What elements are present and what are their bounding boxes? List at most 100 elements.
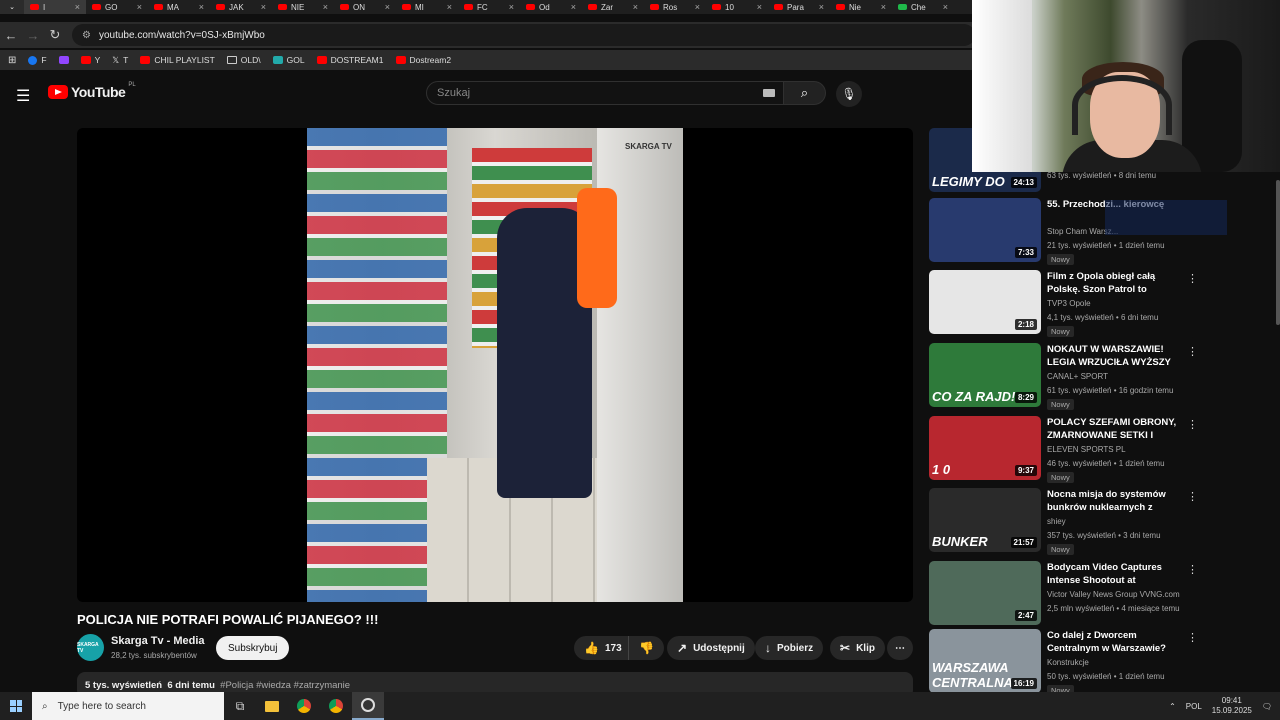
- reload-icon[interactable]: ↻: [44, 27, 66, 43]
- video-thumbnail[interactable]: CO ZA RAJD! 8:29: [929, 343, 1041, 407]
- close-icon[interactable]: ×: [385, 2, 390, 12]
- taskbar-search-input[interactable]: ⌕ Type here to search: [32, 692, 224, 720]
- close-icon[interactable]: ×: [819, 2, 824, 12]
- video-player[interactable]: SKARGA TV: [77, 128, 913, 602]
- bookmark-dostream2[interactable]: Dostream2: [395, 55, 451, 65]
- browser-tab[interactable]: Od ×: [520, 0, 582, 14]
- keyboard-icon[interactable]: [763, 89, 775, 97]
- page-scrollbar[interactable]: [1276, 180, 1280, 325]
- bookmark-gol[interactable]: GOL: [272, 55, 305, 65]
- browser-tab[interactable]: GO ×: [86, 0, 148, 14]
- browser-tab[interactable]: Che ×: [892, 0, 954, 14]
- back-icon[interactable]: ←: [0, 28, 22, 43]
- close-icon[interactable]: ×: [261, 2, 266, 12]
- recommended-channel[interactable]: Victor Valley News Group VVNG.com: [1047, 590, 1180, 599]
- bookmark-f[interactable]: F: [28, 55, 47, 65]
- bookmark-t[interactable]: 𝕏T: [112, 55, 128, 66]
- bookmark-dostream1[interactable]: DOSTREAM1: [316, 55, 384, 65]
- subscribe-button[interactable]: Subskrybuj: [216, 636, 290, 660]
- browser-tab[interactable]: NIE ×: [272, 0, 334, 14]
- close-icon[interactable]: ×: [137, 2, 142, 12]
- chevron-up-icon[interactable]: ⌃: [1169, 702, 1176, 711]
- close-icon[interactable]: ×: [881, 2, 886, 12]
- bookmark-y[interactable]: Y: [80, 55, 100, 65]
- url-field[interactable]: ⚙ youtube.com/watch?v=0SJ-xBmjWbo: [72, 24, 975, 46]
- close-icon[interactable]: ×: [323, 2, 328, 12]
- video-thumbnail[interactable]: 1 0 9:37: [929, 416, 1041, 480]
- clock[interactable]: 09:41 15.09.2025: [1212, 696, 1252, 716]
- more-actions-button[interactable]: ⋯: [887, 636, 913, 660]
- recommended-channel[interactable]: Konstrukcje: [1047, 658, 1089, 667]
- more-vertical-icon[interactable]: ⋮: [1187, 345, 1198, 358]
- browser-tab[interactable]: FC ×: [458, 0, 520, 14]
- recommended-video[interactable]: CO ZA RAJD! 8:29 NOKAUT W WARSZAWIE! LEG…: [929, 343, 1259, 410]
- browser-tab[interactable]: 10 ×: [706, 0, 768, 14]
- browser-tab[interactable]: MI ×: [396, 0, 458, 14]
- bookmark-old[interactable]: OLD\: [226, 55, 261, 65]
- browser-tab[interactable]: Zar ×: [582, 0, 644, 14]
- tab-search-button[interactable]: ⌄: [0, 0, 24, 14]
- recommended-channel[interactable]: TVP3 Opole: [1047, 299, 1091, 308]
- recommended-video[interactable]: 2:47 Bodycam Video Captures Intense Shoo…: [929, 561, 1259, 625]
- obs-icon[interactable]: [352, 692, 384, 720]
- video-thumbnail[interactable]: 2:47: [929, 561, 1041, 625]
- recommended-video-title[interactable]: Nocna misja do systemów bunkrów nuklearn…: [1047, 488, 1187, 514]
- more-vertical-icon[interactable]: ⋮: [1187, 418, 1198, 431]
- browser-tab[interactable]: Para ×: [768, 0, 830, 14]
- start-button[interactable]: [0, 692, 32, 720]
- like-button[interactable]: 👍 173: [574, 636, 632, 660]
- recommended-video-title[interactable]: Film z Opola obiegł całą Polskę. Szon Pa…: [1047, 270, 1187, 296]
- video-thumbnail[interactable]: WARSZAWA CENTRALNA 16:19: [929, 629, 1041, 693]
- voice-search-button[interactable]: 🎙: [836, 81, 862, 107]
- recommended-video-title[interactable]: Bodycam Video Captures Intense Shootout …: [1047, 561, 1187, 587]
- close-icon[interactable]: ×: [943, 2, 948, 12]
- close-icon[interactable]: ×: [447, 2, 452, 12]
- browser-tab[interactable]: JAK ×: [210, 0, 272, 14]
- video-thumbnail[interactable]: 2:18: [929, 270, 1041, 334]
- search-button[interactable]: ⌕: [784, 81, 826, 105]
- more-vertical-icon[interactable]: ⋮: [1187, 563, 1198, 576]
- forward-icon[interactable]: →: [22, 28, 44, 43]
- recommended-video[interactable]: WARSZAWA CENTRALNA 16:19 Co dalej z Dwor…: [929, 629, 1259, 696]
- recommended-video[interactable]: 2:18 Film z Opola obiegł całą Polskę. Sz…: [929, 270, 1259, 337]
- recommended-channel[interactable]: ELEVEN SPORTS PL: [1047, 445, 1126, 454]
- browser-tab[interactable]: Nie ×: [830, 0, 892, 14]
- close-icon[interactable]: ×: [633, 2, 638, 12]
- language-indicator[interactable]: POL: [1186, 702, 1202, 711]
- bookmark-chil-playlist[interactable]: CHIL PLAYLIST: [140, 55, 215, 65]
- bookmark-twitch[interactable]: [58, 56, 69, 64]
- youtube-logo[interactable]: YouTube PL: [48, 82, 136, 100]
- recommended-channel[interactable]: CANAL+ SPORT: [1047, 372, 1108, 381]
- apps-grid-icon[interactable]: ⊞: [8, 55, 16, 66]
- close-icon[interactable]: ×: [695, 2, 700, 12]
- browser-tab[interactable]: Ros ×: [644, 0, 706, 14]
- recommended-video[interactable]: 1 0 9:37 POLACY SZEFAMI OBRONY, ZMARNOWA…: [929, 416, 1259, 483]
- close-icon[interactable]: ×: [75, 2, 80, 12]
- more-vertical-icon[interactable]: ⋮: [1187, 631, 1198, 644]
- clip-button[interactable]: ✂ Klip: [830, 636, 885, 660]
- browser-tab[interactable]: MA ×: [148, 0, 210, 14]
- close-icon[interactable]: ×: [199, 2, 204, 12]
- recommended-video-title[interactable]: POLACY SZEFAMI OBRONY, ZMARNOWANE SETKI …: [1047, 416, 1187, 442]
- share-button[interactable]: ↗ Udostępnij: [667, 636, 755, 660]
- recommended-channel[interactable]: shiey: [1047, 517, 1066, 526]
- chrome-profile-icon[interactable]: [288, 692, 320, 720]
- video-thumbnail[interactable]: 7:33: [929, 198, 1041, 262]
- recommended-video-title[interactable]: NOKAUT W WARSZAWIE! LEGIA WRZUCIŁA WYŻSZ…: [1047, 343, 1187, 369]
- search-input[interactable]: Szukaj: [426, 81, 784, 105]
- hashtags[interactable]: #Policja #wiedza #zatrzymanie: [220, 680, 350, 691]
- more-vertical-icon[interactable]: ⋮: [1187, 490, 1198, 503]
- recommended-video-title[interactable]: Co dalej z Dworcem Centralnym w Warszawi…: [1047, 629, 1187, 655]
- close-icon[interactable]: ×: [571, 2, 576, 12]
- close-icon[interactable]: ×: [757, 2, 762, 12]
- site-info-icon[interactable]: ⚙: [82, 30, 91, 41]
- dislike-button[interactable]: 👎: [628, 636, 664, 660]
- task-view-icon[interactable]: ⧉: [224, 692, 256, 720]
- recommended-video[interactable]: BUNKER 21:57 Nocna misja do systemów bun…: [929, 488, 1259, 555]
- close-icon[interactable]: ×: [509, 2, 514, 12]
- file-explorer-icon[interactable]: [256, 692, 288, 720]
- browser-tab[interactable]: ON ×: [334, 0, 396, 14]
- video-thumbnail[interactable]: BUNKER 21:57: [929, 488, 1041, 552]
- download-button[interactable]: ↓ Pobierz: [755, 636, 824, 660]
- more-vertical-icon[interactable]: ⋮: [1187, 272, 1198, 285]
